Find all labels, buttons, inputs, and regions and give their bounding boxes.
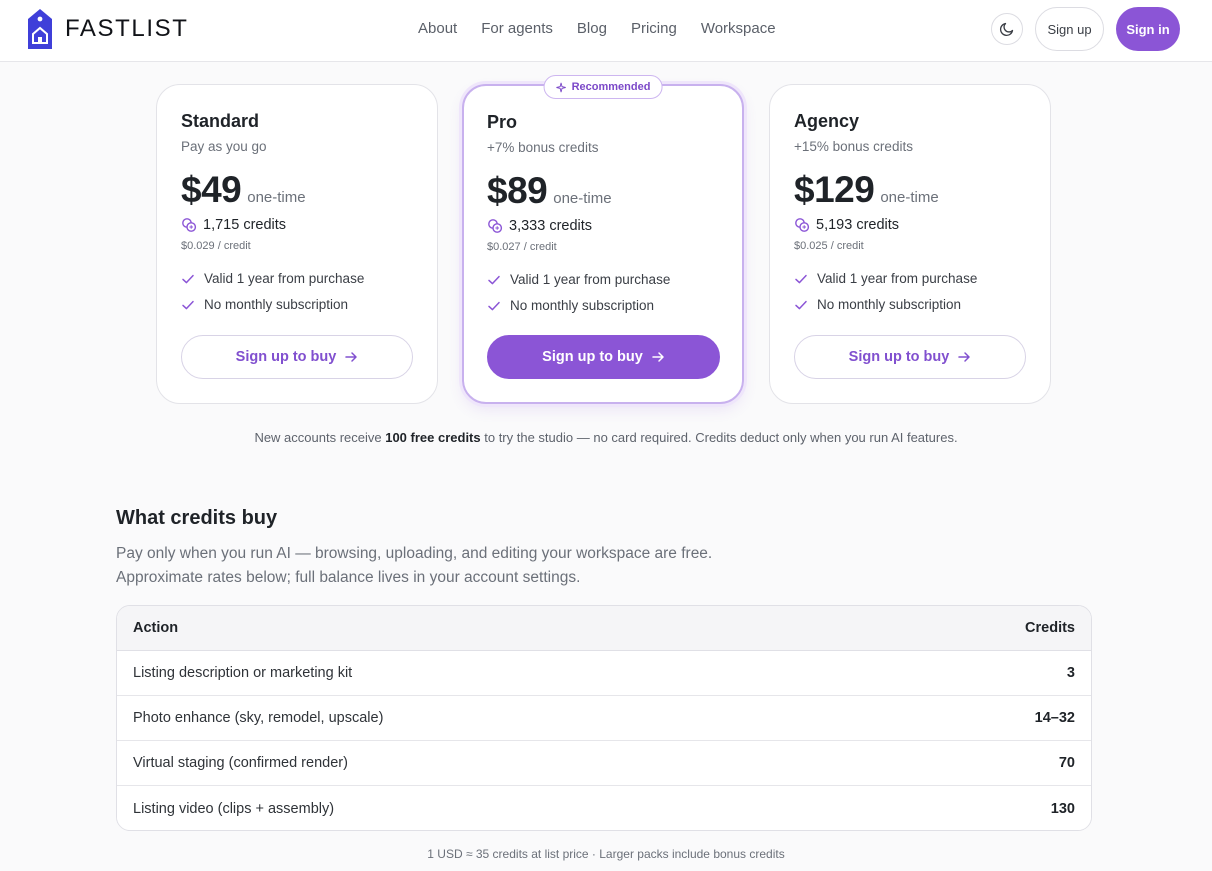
credits-table: Action Credits Listing description or ma… bbox=[116, 605, 1092, 831]
table-row: Listing description or marketing kit 3 bbox=[117, 651, 1091, 696]
plan-per-credit: $0.027 / credit bbox=[487, 241, 557, 253]
plan-price: $129 bbox=[794, 169, 875, 210]
table-row: Listing video (clips + assembly) 130 bbox=[117, 786, 1091, 830]
plan-feature: No monthly subscription bbox=[794, 297, 961, 312]
plan-feature: Valid 1 year from purchase bbox=[181, 271, 364, 286]
row-credits: 70 bbox=[1058, 755, 1075, 771]
plan-price-note: one-time bbox=[880, 189, 939, 206]
house-tag-icon bbox=[28, 9, 52, 49]
section-description: Pay only when you run AI — browsing, upl… bbox=[116, 542, 712, 590]
recommended-badge: Recommended bbox=[543, 75, 663, 99]
row-action: Virtual staging (confirmed render) bbox=[133, 755, 348, 771]
arrow-right-icon bbox=[345, 352, 358, 362]
free-note-highlight: 100 free credits bbox=[385, 430, 481, 445]
free-note-after: to try the studio — no card required. Cr… bbox=[480, 430, 958, 445]
sparkles-icon bbox=[556, 82, 566, 92]
plan-feature-text: Valid 1 year from purchase bbox=[204, 271, 365, 286]
nav-link-workspace[interactable]: Workspace bbox=[701, 20, 776, 37]
plan-price: $49 bbox=[181, 169, 242, 210]
plan-price-note: one-time bbox=[247, 189, 306, 206]
buy-button-pro[interactable]: Sign up to buy bbox=[487, 335, 720, 379]
plan-name: Pro bbox=[487, 112, 518, 132]
theme-toggle-button[interactable] bbox=[991, 13, 1023, 45]
plan-subtitle: +15% bonus credits bbox=[794, 139, 913, 154]
badge-label: Recommended bbox=[571, 81, 651, 93]
table-row: Virtual staging (confirmed render) 70 bbox=[117, 741, 1091, 786]
moon-icon bbox=[999, 22, 1014, 37]
main-nav: About For agents Blog Pricing Workspace bbox=[418, 20, 776, 37]
plan-feature-text: Valid 1 year from purchase bbox=[510, 272, 671, 287]
column-header-credits: Credits bbox=[1025, 620, 1075, 636]
buy-button-agency[interactable]: Sign up to buy bbox=[794, 335, 1026, 379]
signin-button[interactable]: Sign in bbox=[1116, 7, 1180, 51]
check-icon bbox=[795, 274, 807, 283]
plan-card-agency: Agency +15% bonus credits $129 one-time … bbox=[769, 84, 1051, 404]
plan-feature-text: No monthly subscription bbox=[510, 298, 655, 313]
column-header-action: Action bbox=[133, 620, 179, 636]
plan-subtitle: +7% bonus credits bbox=[487, 140, 599, 155]
buy-button-label: Sign up to buy bbox=[848, 349, 950, 365]
nav-link-for-agents[interactable]: For agents bbox=[481, 20, 553, 37]
plan-credits: 5,193 credits bbox=[816, 217, 900, 233]
nav-link-blog[interactable]: Blog bbox=[577, 20, 607, 37]
check-icon bbox=[488, 275, 500, 284]
row-action: Photo enhance (sky, remodel, upscale) bbox=[133, 710, 384, 726]
plan-feature: No monthly subscription bbox=[181, 297, 348, 312]
section-description-line: Pay only when you run AI — browsing, upl… bbox=[116, 545, 713, 562]
plan-feature: Valid 1 year from purchase bbox=[487, 272, 670, 287]
plan-feature-text: No monthly subscription bbox=[204, 297, 349, 312]
buy-button-label: Sign up to buy bbox=[542, 349, 643, 365]
arrow-right-icon bbox=[958, 352, 971, 362]
plan-card-pro: Recommended Pro +7% bonus credits $89 on… bbox=[462, 75, 744, 404]
buy-button-label: Sign up to buy bbox=[235, 349, 337, 365]
plan-feature-text: Valid 1 year from purchase bbox=[817, 271, 978, 286]
plan-price: $89 bbox=[487, 170, 548, 211]
buy-button-standard[interactable]: Sign up to buy bbox=[181, 335, 413, 379]
plan-credits: 3,333 credits bbox=[509, 218, 593, 234]
logo[interactable]: FASTLIST bbox=[27, 8, 189, 50]
row-action: Listing description or marketing kit bbox=[133, 665, 353, 681]
check-icon bbox=[488, 301, 500, 310]
plan-price-note: one-time bbox=[553, 190, 612, 207]
arrow-right-icon bbox=[652, 352, 664, 362]
row-credits: 130 bbox=[1050, 800, 1075, 817]
plan-per-credit: $0.029 / credit bbox=[181, 240, 251, 252]
check-icon bbox=[182, 274, 194, 283]
coins-icon bbox=[795, 218, 810, 232]
plan-subtitle: Pay as you go bbox=[181, 139, 267, 154]
row-credits: 14–32 bbox=[1034, 710, 1075, 726]
plan-card-standard: Standard Pay as you go $49 one-time 1,71… bbox=[156, 84, 438, 404]
row-action: Listing video (clips + assembly) bbox=[133, 800, 335, 817]
section-title: What credits buy bbox=[116, 507, 278, 529]
plan-feature: No monthly subscription bbox=[487, 298, 654, 313]
coins-icon bbox=[488, 219, 503, 233]
table-row: Photo enhance (sky, remodel, upscale) 14… bbox=[117, 696, 1091, 741]
free-credits-note: New accounts receive 100 free credits to… bbox=[0, 430, 1212, 445]
check-icon bbox=[182, 300, 194, 309]
plan-name: Standard bbox=[181, 111, 260, 131]
section-description-line: Approximate rates below; full balance li… bbox=[116, 569, 581, 586]
coins-icon bbox=[182, 218, 197, 232]
plan-feature-text: No monthly subscription bbox=[817, 297, 962, 312]
free-note-before: New accounts receive bbox=[254, 430, 386, 445]
signup-button[interactable]: Sign up bbox=[1035, 7, 1104, 51]
site-header: FASTLIST About For agents Blog Pricing W… bbox=[0, 0, 1212, 62]
plan-name: Agency bbox=[794, 111, 860, 131]
pricing-footnote: 1 USD ≈ 35 credits at list price · Large… bbox=[427, 847, 785, 861]
nav-link-about[interactable]: About bbox=[418, 20, 457, 37]
plan-feature: Valid 1 year from purchase bbox=[794, 271, 977, 286]
check-icon bbox=[795, 300, 807, 309]
plan-credits: 1,715 credits bbox=[203, 217, 287, 233]
brand-name: FASTLIST bbox=[65, 15, 189, 42]
plan-per-credit: $0.025 / credit bbox=[794, 240, 864, 252]
table-header: Action Credits bbox=[117, 606, 1091, 651]
row-credits: 3 bbox=[1066, 665, 1075, 681]
nav-link-pricing[interactable]: Pricing bbox=[631, 20, 677, 37]
